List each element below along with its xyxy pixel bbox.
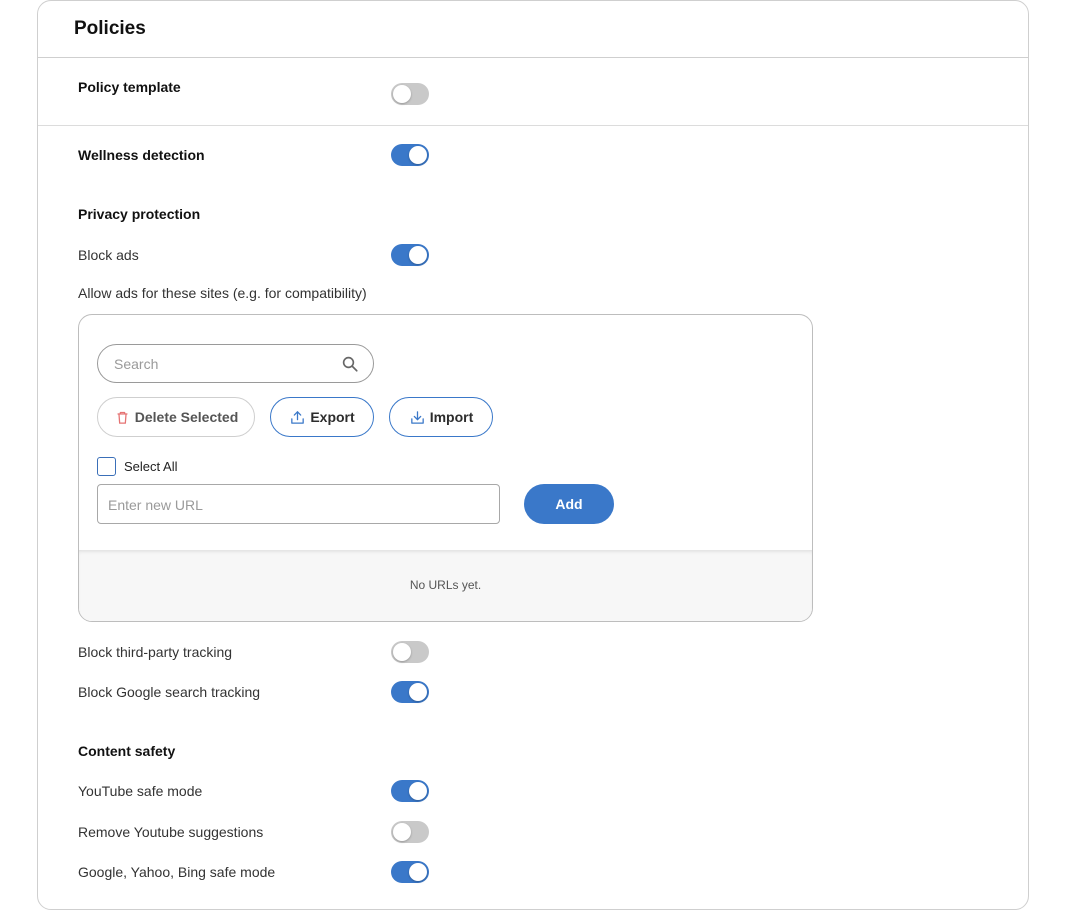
add-url-button[interactable]: Add (524, 484, 614, 524)
policy-template-toggle[interactable] (391, 83, 429, 105)
block-third-party-label: Block third-party tracking (78, 644, 233, 660)
trash-icon (117, 411, 128, 424)
url-list-empty-state: No URLs yet. (79, 550, 812, 621)
download-icon (410, 410, 424, 424)
block-third-party-toggle[interactable] (391, 641, 429, 663)
empty-state-text: No URLs yet. (409, 578, 482, 592)
block-google-tracking-toggle[interactable] (391, 681, 429, 703)
toggle-knob (409, 863, 427, 881)
block-ads-label: Block ads (78, 247, 139, 263)
content-safety-heading: Content safety (78, 743, 176, 759)
search-icon[interactable] (341, 355, 359, 373)
block-ads-toggle[interactable] (391, 244, 429, 266)
policy-template-label: Policy template (78, 79, 181, 95)
select-all-checkbox[interactable] (97, 456, 116, 476)
toggle-knob (409, 246, 427, 264)
search-field (97, 344, 374, 383)
remove-youtube-suggestions-label: Remove Youtube suggestions (78, 824, 264, 840)
new-url-input[interactable] (108, 494, 488, 516)
delete-selected-label: Delete Selected (134, 409, 239, 425)
toggle-knob (409, 683, 427, 701)
select-all-label: Select All (124, 458, 178, 474)
export-label: Export (310, 409, 355, 425)
remove-youtube-suggestions-toggle[interactable] (391, 821, 429, 843)
upload-icon (291, 410, 305, 424)
policies-card: Policies Policy template Wellness detect… (37, 0, 1029, 910)
search-safe-mode-toggle[interactable] (391, 861, 429, 883)
export-button[interactable]: Export (270, 397, 374, 437)
section-divider (38, 125, 1028, 126)
block-google-tracking-label: Block Google search tracking (78, 684, 261, 700)
new-url-field (97, 484, 500, 524)
allow-ads-url-list: Delete Selected Export Import Select All… (78, 314, 813, 622)
youtube-safe-mode-toggle[interactable] (391, 780, 429, 802)
search-safe-mode-label: Google, Yahoo, Bing safe mode (78, 864, 276, 880)
card-header: Policies (38, 1, 1028, 58)
toggle-knob (409, 146, 427, 164)
wellness-detection-label: Wellness detection (78, 147, 205, 163)
select-all-row: Select All (97, 456, 177, 476)
toggle-knob (393, 643, 411, 661)
import-label: Import (429, 409, 474, 425)
search-input[interactable] (114, 353, 334, 375)
page-title: Policies (74, 18, 146, 39)
allow-ads-label: Allow ads for these sites (e.g. for comp… (78, 285, 367, 301)
import-button[interactable]: Import (389, 397, 493, 437)
toggle-knob (409, 782, 427, 800)
delete-selected-button[interactable]: Delete Selected (97, 397, 255, 437)
youtube-safe-mode-label: YouTube safe mode (78, 783, 203, 799)
toggle-knob (393, 823, 411, 841)
toggle-knob (393, 85, 411, 103)
privacy-protection-heading: Privacy protection (78, 206, 201, 222)
wellness-detection-toggle[interactable] (391, 144, 429, 166)
